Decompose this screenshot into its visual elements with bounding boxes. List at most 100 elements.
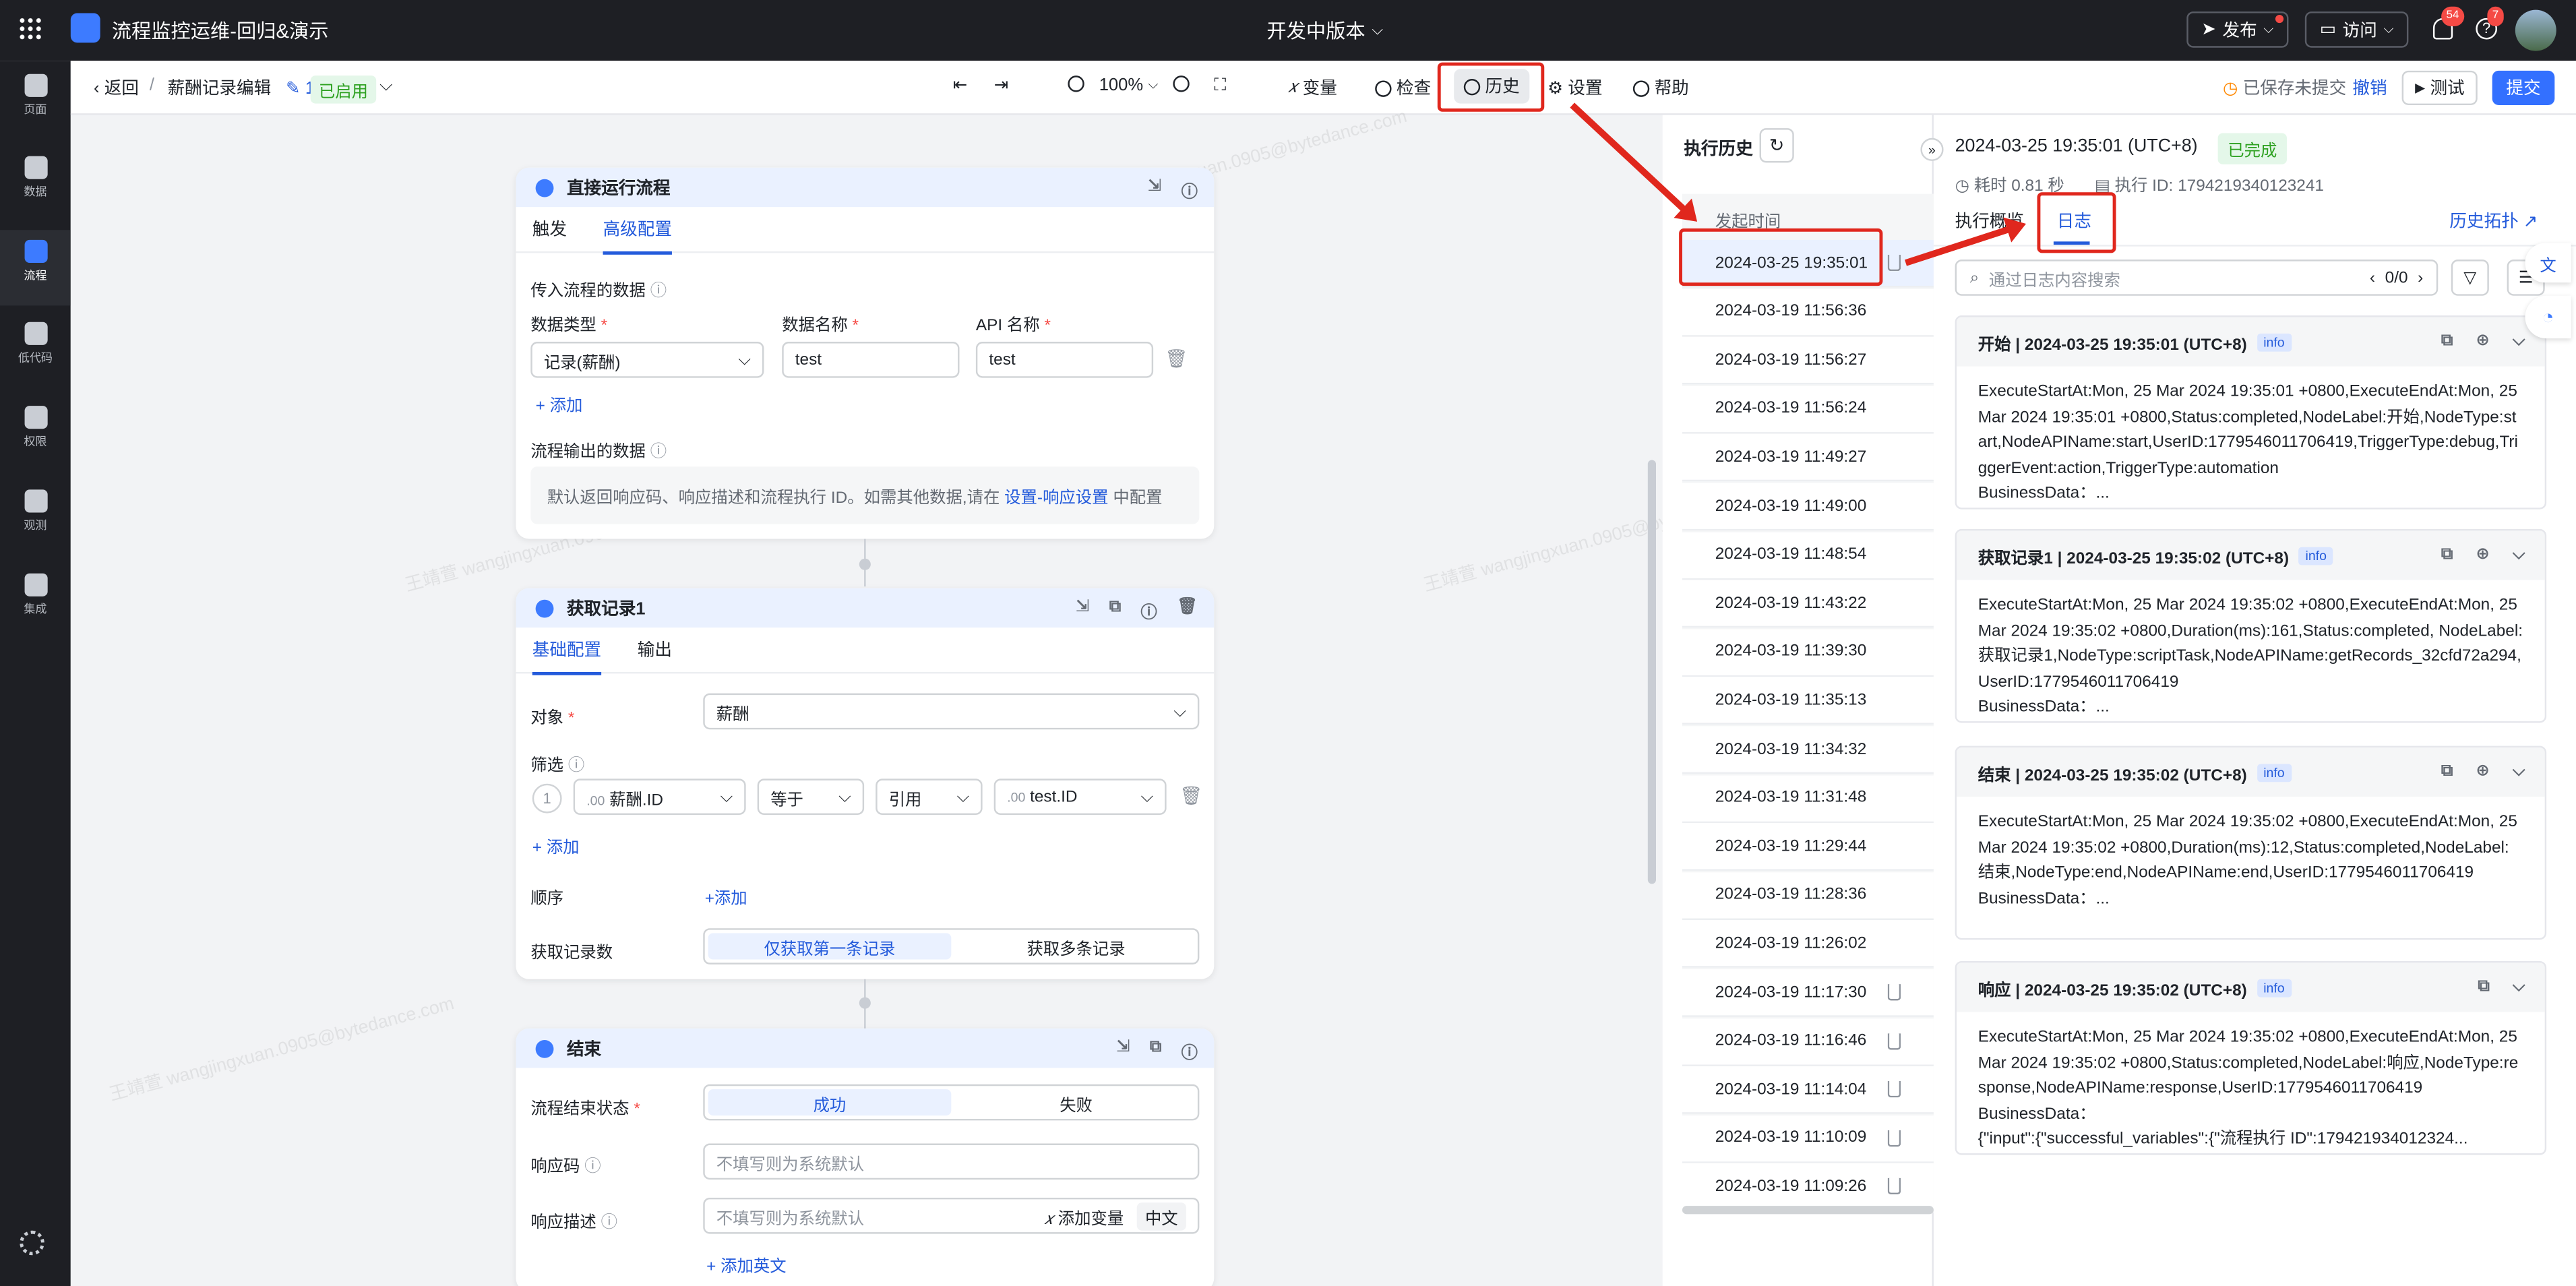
filter-field-select[interactable]: .00 薪酬.ID ⌵ xyxy=(573,778,746,815)
collapse-icon[interactable]: ⇲ xyxy=(1116,1039,1130,1064)
chevron-down-icon[interactable]: ⌵ xyxy=(2513,977,2525,996)
prev-icon[interactable]: ‹ xyxy=(2370,269,2375,287)
avatar[interactable] xyxy=(2515,9,2556,51)
chevron-down-icon[interactable]: ⌵ xyxy=(2513,545,2525,563)
object-select[interactable]: 薪酬 ⌵ xyxy=(703,693,1200,730)
add-input-button[interactable]: + 添加 xyxy=(536,391,583,416)
language-tag[interactable]: 中文 xyxy=(1136,1202,1186,1230)
collapse-panel-icon[interactable]: » xyxy=(1920,137,1944,161)
copy-icon[interactable]: ⧉ xyxy=(2441,762,2453,780)
copy-icon[interactable]: ⧉ xyxy=(1150,1039,1161,1064)
refresh-button[interactable]: ↻ xyxy=(1759,128,1794,163)
test-button[interactable]: ▶ 测试 xyxy=(2401,70,2478,105)
log-header[interactable]: 获取记录1 | 2024-03-25 19:35:02 (UTC+8) info… xyxy=(1957,530,2545,580)
add-variable-button[interactable]: 𝑥 添加变量 xyxy=(1044,1203,1124,1228)
variables-button[interactable]: 𝑥 变量 xyxy=(1288,75,1337,100)
nav-item-lowcode[interactable]: 低代码 xyxy=(0,312,71,388)
chevron-down-icon[interactable]: ⌵ xyxy=(2513,332,2525,350)
edit-icon[interactable]: ✎ xyxy=(286,78,300,98)
collapse-icon[interactable]: ⇲ xyxy=(1148,177,1161,202)
history-row[interactable]: 2024-03-19 11:49:27 xyxy=(1682,434,1934,483)
apps-grid-icon[interactable] xyxy=(18,16,43,41)
history-row[interactable]: 2024-03-19 11:56:27 xyxy=(1682,337,1934,385)
history-row[interactable]: 2024-03-19 11:34:32 xyxy=(1682,726,1934,774)
history-row[interactable]: 2024-03-19 11:31:48 xyxy=(1682,774,1934,823)
status-fail-option[interactable]: 失败 xyxy=(954,1086,1198,1119)
nav-item-data[interactable]: 数据 xyxy=(0,146,71,222)
tab-output[interactable]: 输出 xyxy=(638,638,672,663)
assistant-icon[interactable]: ◔ xyxy=(2525,295,2571,339)
translate-icon[interactable]: 文 xyxy=(2525,243,2571,283)
history-row[interactable]: 2024-03-19 11:43:22 xyxy=(1682,580,1934,628)
history-hscrollbar[interactable] xyxy=(1682,1206,1934,1215)
nav-item-flow[interactable]: 流程 xyxy=(0,230,71,306)
fit-screen-icon[interactable]: ⛶ xyxy=(1214,75,1226,97)
response-code-input[interactable]: 不填写则为系统默认 xyxy=(703,1143,1200,1180)
copy-icon[interactable]: ⧉ xyxy=(2478,977,2489,996)
filter-mode-select[interactable]: 引用 ⌵ xyxy=(876,778,983,815)
version-selector[interactable]: 开发中版本 ⌵ xyxy=(1266,16,1383,44)
count-multi-option[interactable]: 获取多条记录 xyxy=(954,930,1198,963)
trash-icon[interactable]: 🗑 xyxy=(1179,785,1202,807)
back-button[interactable]: ‹ 返回 xyxy=(94,75,139,100)
history-topology-link[interactable]: 历史拓扑 ↗ xyxy=(2449,209,2538,234)
tab-basic[interactable]: 基础配置 xyxy=(532,638,602,675)
filter-button[interactable]: ▽ xyxy=(2451,259,2489,296)
help-button[interactable]: 帮助 xyxy=(1632,75,1689,100)
status-chevron-icon[interactable]: ⌵ xyxy=(379,75,392,97)
node-get-record[interactable]: 获取记录1 ⇲ ⧉ ⓘ 🗑 基础配置 输出 对象 * 薪酬 ⌵ 筛选 ⓘ 1 .00 薪… xyxy=(516,588,1215,979)
nav-item-observe[interactable]: 观测 xyxy=(0,480,71,555)
data-type-select[interactable]: 记录(薪酬) ⌵ xyxy=(530,342,764,378)
add-english-button[interactable]: + 添加英文 xyxy=(706,1252,787,1277)
log-header[interactable]: 响应 | 2024-03-25 19:35:02 (UTC+8) info ⧉ ⌵ xyxy=(1957,962,2545,1012)
target-icon[interactable]: ⊕ xyxy=(2476,332,2489,350)
add-filter-button[interactable]: + 添加 xyxy=(532,833,580,858)
collapse-icon[interactable]: ⇲ xyxy=(1076,598,1089,623)
collapse-icon[interactable]: ⇤ xyxy=(953,75,967,95)
nav-item-pages[interactable]: 页面 xyxy=(0,64,71,140)
chevron-down-icon[interactable]: ⌵ xyxy=(2513,762,2525,780)
trash-icon[interactable]: 🗑 xyxy=(1177,598,1198,623)
filter-operator-select[interactable]: 等于 ⌵ xyxy=(757,778,865,815)
help-icon[interactable]: ⓘ xyxy=(1182,1039,1198,1063)
help-icon[interactable]: ⓘ xyxy=(1182,177,1198,202)
history-row[interactable]: 2024-03-19 11:09:26 xyxy=(1682,1163,1934,1212)
history-row[interactable]: 2024-03-19 11:56:24 xyxy=(1682,386,1934,434)
help-icon[interactable]: ⓘ xyxy=(1140,598,1157,623)
zoom-out-icon[interactable] xyxy=(1068,75,1084,92)
response-desc-input[interactable]: 不填写则为系统默认 𝑥 添加变量 中文 xyxy=(703,1197,1200,1234)
app-title[interactable]: 流程监控运维-回归&演示 xyxy=(112,16,329,44)
data-name-input[interactable]: test xyxy=(782,342,960,378)
check-button[interactable]: 检查 xyxy=(1375,75,1431,100)
node-trigger[interactable]: 直接运行流程 ⇲ ⓘ 触发 高级配置 传入流程的数据 ⓘ 数据类型 * 数据名称 … xyxy=(516,167,1215,539)
history-row[interactable]: 2024-03-19 11:39:30 xyxy=(1682,629,1934,677)
next-icon[interactable]: › xyxy=(2418,269,2423,287)
history-row[interactable]: 2024-03-19 11:28:36 xyxy=(1682,871,1934,920)
history-row[interactable]: 2024-03-19 11:29:44 xyxy=(1682,823,1934,871)
history-row[interactable]: 2024-03-19 11:10:09 xyxy=(1682,1115,1934,1163)
zoom-level[interactable]: 100% ⌵ xyxy=(1099,75,1159,95)
visit-button[interactable]: ▭ 访问 ⌵ xyxy=(2304,11,2409,48)
tab-trigger[interactable]: 触发 xyxy=(532,217,567,242)
log-search-input[interactable]: ⌕ 通过日志内容搜索 ‹ 0/0 › xyxy=(1955,259,2439,296)
trash-icon[interactable]: 🗑 xyxy=(1165,348,1188,369)
add-order-button[interactable]: +添加 xyxy=(705,884,747,909)
nav-item-integration[interactable]: 集成 xyxy=(0,563,71,639)
target-icon[interactable]: ⊕ xyxy=(2476,545,2489,563)
zoom-in-icon[interactable] xyxy=(1173,75,1190,92)
submit-button[interactable]: 提交 xyxy=(2492,70,2555,105)
copy-icon[interactable]: ⧉ xyxy=(2441,332,2453,350)
history-row[interactable]: 2024-03-19 11:17:30 xyxy=(1682,969,1934,1017)
target-icon[interactable]: ⊕ xyxy=(2476,762,2489,780)
response-settings-link[interactable]: 设置-响应设置 xyxy=(1004,489,1108,508)
publish-button[interactable]: ➤ 发布 ⌵ xyxy=(2186,11,2289,48)
node-end[interactable]: 结束 ⇲ ⧉ ⓘ 流程结束状态 * 成功 失败 响应码 ⓘ 不填写则为系统默认 响应… xyxy=(516,1028,1215,1286)
copy-icon[interactable]: ⧉ xyxy=(1109,598,1121,623)
history-row[interactable]: 2024-03-19 11:56:36 xyxy=(1682,288,1934,336)
count-first-option[interactable]: 仅获取第一条记录 xyxy=(708,933,952,960)
history-row[interactable]: 2024-03-19 11:14:04 xyxy=(1682,1066,1934,1115)
log-header[interactable]: 开始 | 2024-03-25 19:35:01 (UTC+8) info ⧉ ⊕… xyxy=(1957,317,2545,367)
tab-advanced[interactable]: 高级配置 xyxy=(603,217,672,255)
undo-button[interactable]: 撤销 xyxy=(2353,75,2387,100)
canvas-vscrollbar[interactable] xyxy=(1647,460,1656,884)
